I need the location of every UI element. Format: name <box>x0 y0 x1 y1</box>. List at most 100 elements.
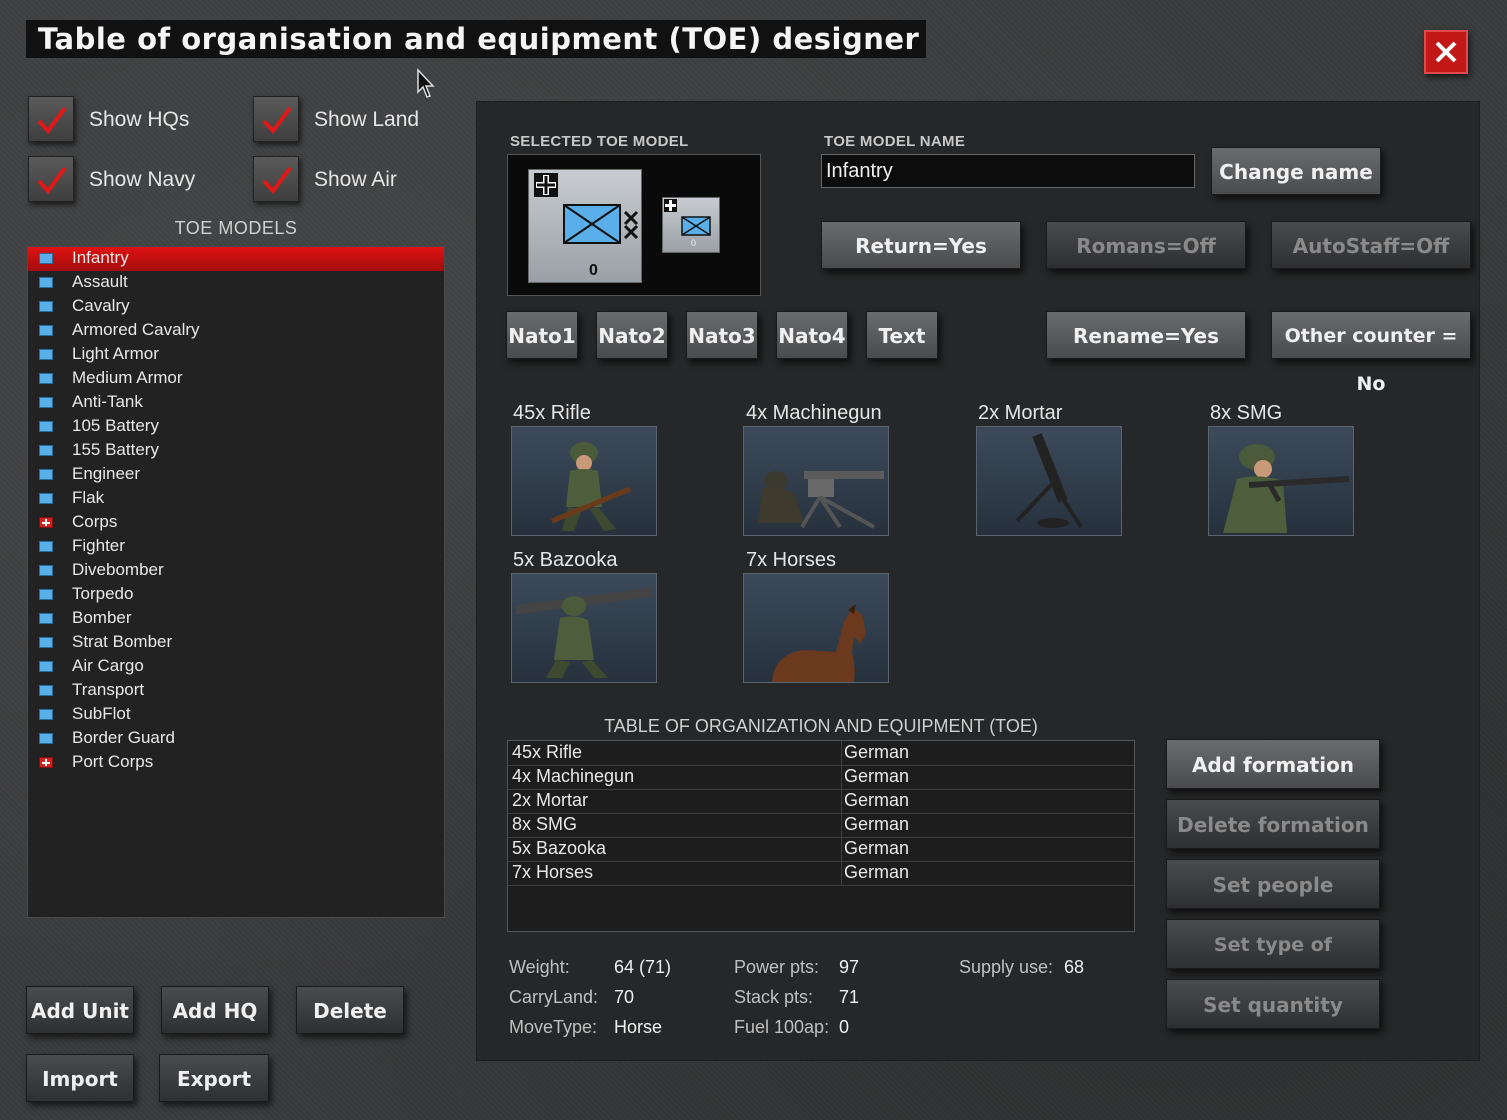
toe-model-label: Torpedo <box>72 584 134 603</box>
rifleman-icon <box>551 442 631 531</box>
romans-toggle-button[interactable]: Romans=Off <box>1046 221 1246 269</box>
unit-type-icon <box>39 541 53 552</box>
equipment-tile-machinegun[interactable] <box>743 426 889 536</box>
delete-formation-button[interactable]: Delete formation <box>1166 799 1380 849</box>
toe-models-list[interactable]: Infantry Assault Cavalry Armored Cavalry Lig… <box>27 246 445 918</box>
equipment-label: 7x Horses <box>746 549 837 571</box>
toe-model-item[interactable]: Armored Cavalry <box>28 319 444 343</box>
rename-toggle-button[interactable]: Rename=Yes <box>1046 311 1246 359</box>
unit-type-icon <box>39 397 53 408</box>
toe-model-item[interactable]: Border Guard <box>28 727 444 751</box>
delete-button[interactable]: Delete <box>296 986 404 1034</box>
show-land-checkbox[interactable] <box>253 96 299 142</box>
toe-model-item[interactable]: Infantry <box>28 247 444 271</box>
change-name-button[interactable]: Change name <box>1211 147 1381 195</box>
other-counter-toggle-button[interactable]: Other counter = No <box>1271 311 1471 395</box>
movetype-value: Horse <box>614 1017 663 1037</box>
toe-model-item[interactable]: Strat Bomber <box>28 631 444 655</box>
toe-model-item[interactable]: Light Armor <box>28 343 444 367</box>
set-quantity-button[interactable]: Set quantity <box>1166 979 1380 1029</box>
toe-model-item[interactable]: Cavalry <box>28 295 444 319</box>
toe-model-item[interactable]: Air Cargo <box>28 655 444 679</box>
toe-model-label: Strat Bomber <box>72 632 173 651</box>
toe-model-label: Border Guard <box>72 728 175 747</box>
show-air-checkbox[interactable] <box>253 156 299 202</box>
toe-model-item[interactable]: 105 Battery <box>28 415 444 439</box>
equipment-label: 5x Bazooka <box>513 549 618 571</box>
toe-model-item[interactable]: Torpedo <box>28 583 444 607</box>
toe-model-item[interactable]: Transport <box>28 679 444 703</box>
toe-model-name-label: TOE MODEL NAME <box>824 133 966 150</box>
toe-model-item[interactable]: Corps <box>28 511 444 535</box>
unit-type-icon <box>39 325 53 336</box>
equipment-tile-horses[interactable] <box>743 573 889 683</box>
toe-model-item[interactable]: Bomber <box>28 607 444 631</box>
toe-model-item[interactable]: 155 Battery <box>28 439 444 463</box>
power-pts-label: Power pts: <box>734 957 820 977</box>
import-button[interactable]: Import <box>26 1054 134 1102</box>
toe-table-row[interactable]: 2x Mortar German <box>508 789 1134 814</box>
unit-type-icon <box>39 661 53 672</box>
checkmark-icon <box>262 106 292 135</box>
toe-model-item[interactable]: Port Corps <box>28 751 444 775</box>
show-air-label: Show Air <box>314 168 397 191</box>
nato4-button[interactable]: Nato4 <box>776 311 848 359</box>
toe-table-row[interactable]: 8x SMG German <box>508 813 1134 838</box>
bazooka-icon <box>515 587 653 678</box>
toe-table-row[interactable]: 45x Rifle German <box>508 741 1134 766</box>
supply-use-label: Supply use: <box>959 957 1054 977</box>
nato1-button[interactable]: Nato1 <box>506 311 578 359</box>
nato3-button[interactable]: Nato3 <box>686 311 758 359</box>
show-hqs-checkbox[interactable] <box>28 96 74 142</box>
unit-type-icon <box>39 349 53 360</box>
nato2-button[interactable]: Nato2 <box>596 311 668 359</box>
unit-type-icon <box>39 493 53 504</box>
equipment-tile-mortar[interactable] <box>976 426 1122 536</box>
return-toggle-button[interactable]: Return=Yes <box>821 221 1021 269</box>
show-navy-checkbox[interactable] <box>28 156 74 202</box>
power-pts-value: 97 <box>839 957 860 977</box>
column-divider <box>841 861 842 885</box>
toe-model-label: Bomber <box>72 608 132 627</box>
close-button[interactable] <box>1424 30 1468 74</box>
checkmark-icon <box>37 166 67 195</box>
toe-model-item[interactable]: Divebomber <box>28 559 444 583</box>
toe-model-label: Armored Cavalry <box>72 320 200 339</box>
export-button[interactable]: Export <box>159 1054 269 1102</box>
stack-pts-label: Stack pts: <box>734 987 814 1007</box>
toe-model-item[interactable]: Anti-Tank <box>28 391 444 415</box>
toe-nation-cell: German <box>844 838 910 858</box>
carryland-value: 70 <box>614 987 635 1007</box>
toe-model-item[interactable]: Engineer <box>28 463 444 487</box>
add-formation-button[interactable]: Add formation <box>1166 739 1380 789</box>
toe-table[interactable]: 45x Rifle German 4x Machinegun German 2x Mor… <box>507 740 1135 932</box>
set-people-button[interactable]: Set people <box>1166 859 1380 909</box>
nato-infantry-symbol-icon <box>563 204 621 244</box>
toe-item-cell: 7x Horses <box>512 862 594 882</box>
toe-model-item[interactable]: Medium Armor <box>28 367 444 391</box>
equipment-label: 2x Mortar <box>978 402 1063 424</box>
add-unit-button[interactable]: Add Unit <box>26 986 134 1034</box>
toe-table-row[interactable]: 4x Machinegun German <box>508 765 1134 790</box>
unit-type-icon <box>39 613 53 624</box>
toe-model-label: Engineer <box>72 464 141 483</box>
toe-model-item[interactable]: SubFlot <box>28 703 444 727</box>
unit-counter-large: 0 <box>528 169 642 283</box>
counter-value-small: 0 <box>691 238 697 248</box>
autostaff-toggle-button[interactable]: AutoStaff=Off <box>1271 221 1471 269</box>
add-hq-button[interactable]: Add HQ <box>161 986 269 1034</box>
toe-model-item[interactable]: Assault <box>28 271 444 295</box>
toe-model-item[interactable]: Flak <box>28 487 444 511</box>
toe-table-row[interactable]: 5x Bazooka German <box>508 837 1134 862</box>
column-divider <box>841 741 842 765</box>
toe-model-name-input[interactable] <box>821 154 1195 188</box>
equipment-label: 4x Machinegun <box>746 402 882 424</box>
equipment-tile-bazooka[interactable] <box>511 573 657 683</box>
text-button[interactable]: Text <box>866 311 938 359</box>
set-type-of-formation-button[interactable]: Set type of formation <box>1166 919 1380 1006</box>
toe-model-item[interactable]: Fighter <box>28 535 444 559</box>
unit-type-icon <box>39 565 53 576</box>
equipment-tile-rifle[interactable] <box>511 426 657 536</box>
equipment-tile-smg[interactable] <box>1208 426 1354 536</box>
toe-table-row[interactable]: 7x Horses German <box>508 861 1134 886</box>
